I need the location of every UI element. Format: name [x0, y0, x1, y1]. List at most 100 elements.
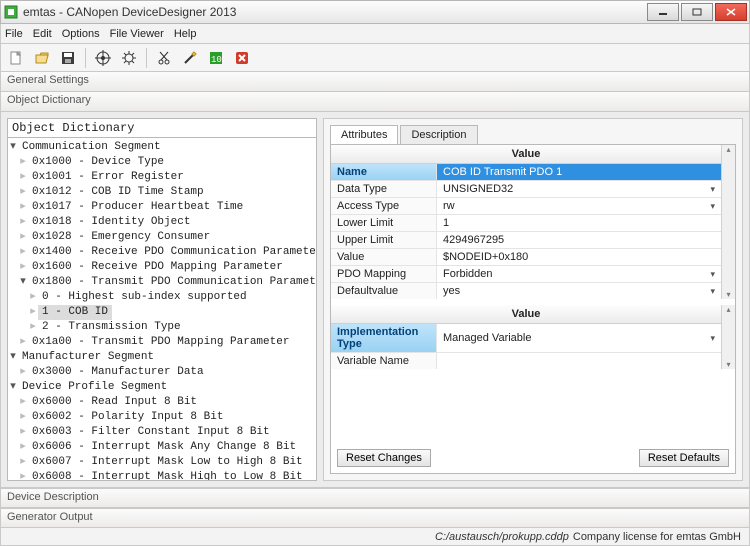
save-icon[interactable] [57, 47, 79, 69]
tree-item-label[interactable]: 0x3000 - Manufacturer Data [28, 365, 208, 380]
attr-value[interactable]: yes▾ [437, 283, 721, 299]
gear-icon[interactable] [118, 47, 140, 69]
tree-item-label[interactable]: 0x1018 - Identity Object [28, 215, 194, 230]
attr-value[interactable]: $NODEID+0x180 [437, 249, 721, 265]
tree-item-label[interactable]: 0x6003 - Filter Constant Input 8 Bit [28, 425, 274, 440]
attr-row[interactable]: Data TypeUNSIGNED32▾ [331, 180, 721, 197]
attr-row[interactable]: Value$NODEID+0x180 [331, 248, 721, 265]
tree-item[interactable]: ▸0x1000 - Device Type [8, 155, 316, 170]
attr-grid-scrollbar[interactable]: ▴▾ [721, 145, 735, 299]
attr-value[interactable]: COB ID Transmit PDO 1 [437, 164, 721, 180]
panel-device-description[interactable]: Device Description [0, 488, 750, 508]
tree-item[interactable]: ▸0x3000 - Manufacturer Data [8, 365, 316, 380]
caret-down-icon[interactable]: ▾ [8, 140, 18, 155]
tree-item-label[interactable]: 0 - Highest sub-index supported [38, 290, 251, 305]
reset-defaults-button[interactable]: Reset Defaults [639, 449, 729, 467]
tree-item-label[interactable]: 0x1000 - Device Type [28, 155, 168, 170]
panel-object-dictionary[interactable]: Object Dictionary [0, 92, 750, 112]
tree-item[interactable]: ▾0x1800 - Transmit PDO Communication Par… [8, 275, 316, 290]
tree-item-label[interactable]: 0x1a00 - Transmit PDO Mapping Parameter [28, 335, 293, 350]
tree-item[interactable]: ▸0x1028 - Emergency Consumer [8, 230, 316, 245]
tree-item-label[interactable]: 0x6008 - Interrupt Mask High to Low 8 Bi… [28, 470, 307, 481]
tree-item-label[interactable]: Device Profile Segment [18, 380, 171, 395]
dropdown-icon[interactable]: ▾ [710, 333, 715, 344]
attr-value[interactable]: rw▾ [437, 198, 721, 214]
attr-value[interactable]: Forbidden▾ [437, 266, 721, 282]
caret-down-icon[interactable]: ▾ [8, 380, 18, 395]
tree-item-label[interactable]: 0x1800 - Transmit PDO Communication Para… [28, 275, 317, 290]
attr-row[interactable]: PDO MappingForbidden▾ [331, 265, 721, 282]
tree-item-label[interactable]: 0x1012 - COB ID Time Stamp [28, 185, 208, 200]
tree-item-label[interactable]: 0x6002 - Polarity Input 8 Bit [28, 410, 227, 425]
tree-item[interactable]: ▾Communication Segment [8, 140, 316, 155]
tree-item[interactable]: ▸0x1400 - Receive PDO Communication Para… [8, 245, 316, 260]
attr-value[interactable] [437, 353, 721, 369]
tree-item-label[interactable]: 0x1028 - Emergency Consumer [28, 230, 214, 245]
caret-down-icon[interactable]: ▾ [8, 350, 18, 365]
tree-item[interactable]: ▸0x1600 - Receive PDO Mapping Parameter [8, 260, 316, 275]
tree-item-label[interactable]: 0x1017 - Producer Heartbeat Time [28, 200, 247, 215]
tree-item[interactable]: ▸0x1012 - COB ID Time Stamp [8, 185, 316, 200]
panel-generator-output[interactable]: Generator Output [0, 508, 750, 528]
tree-item-label[interactable]: Manufacturer Segment [18, 350, 158, 365]
window-maximize-button[interactable] [681, 3, 713, 21]
tree-item-label[interactable]: 2 - Transmission Type [38, 320, 185, 335]
new-file-icon[interactable] [5, 47, 27, 69]
delete-icon[interactable] [231, 47, 253, 69]
cut-icon[interactable] [153, 47, 175, 69]
tree-item-label[interactable]: 1 - COB ID [38, 305, 112, 320]
tree-item-label[interactable]: 0x6006 - Interrupt Mask Any Change 8 Bit [28, 440, 300, 455]
tree-item[interactable]: ▸0 - Highest sub-index supported [8, 290, 316, 305]
tree-item-label[interactable]: 0x6007 - Interrupt Mask Low to High 8 Bi… [28, 455, 307, 470]
menu-edit[interactable]: Edit [33, 28, 52, 40]
tree-item[interactable]: ▸0x6006 - Interrupt Mask Any Change 8 Bi… [8, 440, 316, 455]
tree-item-label[interactable]: 0x6000 - Read Input 8 Bit [28, 395, 201, 410]
wizard-icon[interactable] [179, 47, 201, 69]
reset-changes-button[interactable]: Reset Changes [337, 449, 431, 467]
attr-row[interactable]: Variable Name [331, 352, 721, 369]
tree-item[interactable]: ▾Manufacturer Segment [8, 350, 316, 365]
target-icon[interactable] [92, 47, 114, 69]
generate-icon[interactable]: 101 [205, 47, 227, 69]
attr-row[interactable]: Implementation TypeManaged Variable▾ [331, 324, 721, 352]
tree-item[interactable]: ▸0x6002 - Polarity Input 8 Bit [8, 410, 316, 425]
attr-value[interactable]: 4294967295 [437, 232, 721, 248]
tree-item[interactable]: ▸0x6008 - Interrupt Mask High to Low 8 B… [8, 470, 316, 481]
attr-value[interactable]: Managed Variable▾ [437, 324, 721, 352]
menu-options[interactable]: Options [62, 28, 100, 40]
window-minimize-button[interactable] [647, 3, 679, 21]
tree-item[interactable]: ▸0x6007 - Interrupt Mask Low to High 8 B… [8, 455, 316, 470]
tree-item[interactable]: ▸0x6000 - Read Input 8 Bit [8, 395, 316, 410]
attr-row[interactable]: NameCOB ID Transmit PDO 1 [331, 164, 721, 180]
attr-row[interactable]: Upper Limit4294967295 [331, 231, 721, 248]
tree-item-label[interactable]: 0x1600 - Receive PDO Mapping Parameter [28, 260, 287, 275]
tree-item[interactable]: ▸0x1018 - Identity Object [8, 215, 316, 230]
tree-item[interactable]: ▸0x1a00 - Transmit PDO Mapping Parameter [8, 335, 316, 350]
dropdown-icon[interactable]: ▾ [710, 269, 715, 280]
object-tree[interactable]: ▾Communication Segment▸0x1000 - Device T… [7, 138, 317, 481]
attr-row[interactable]: Access Typerw▾ [331, 197, 721, 214]
tree-item-label[interactable]: 0x1001 - Error Register [28, 170, 188, 185]
tab-attributes[interactable]: Attributes [330, 125, 398, 144]
tree-item-label[interactable]: 0x1400 - Receive PDO Communication Param… [28, 245, 317, 260]
panel-general-settings[interactable]: General Settings [0, 72, 750, 92]
impl-grid-scrollbar[interactable]: ▴▾ [721, 305, 735, 369]
dropdown-icon[interactable]: ▾ [710, 286, 715, 297]
tab-description[interactable]: Description [400, 125, 477, 144]
tree-item[interactable]: ▸2 - Transmission Type [8, 320, 316, 335]
open-file-icon[interactable] [31, 47, 53, 69]
menu-help[interactable]: Help [174, 28, 197, 40]
window-close-button[interactable] [715, 3, 747, 21]
caret-down-icon[interactable]: ▾ [18, 275, 28, 290]
tree-item[interactable]: ▸0x6003 - Filter Constant Input 8 Bit [8, 425, 316, 440]
menu-file[interactable]: File [5, 28, 23, 40]
tree-item[interactable]: ▾Device Profile Segment [8, 380, 316, 395]
dropdown-icon[interactable]: ▾ [710, 184, 715, 195]
menu-fileviewer[interactable]: File Viewer [110, 28, 164, 40]
attr-value[interactable]: 1 [437, 215, 721, 231]
attr-value[interactable]: UNSIGNED32▾ [437, 181, 721, 197]
tree-item-label[interactable]: Communication Segment [18, 140, 165, 155]
attr-row[interactable]: Lower Limit1 [331, 214, 721, 231]
tree-item[interactable]: ▸1 - COB ID [8, 305, 316, 320]
tree-item[interactable]: ▸0x1017 - Producer Heartbeat Time [8, 200, 316, 215]
